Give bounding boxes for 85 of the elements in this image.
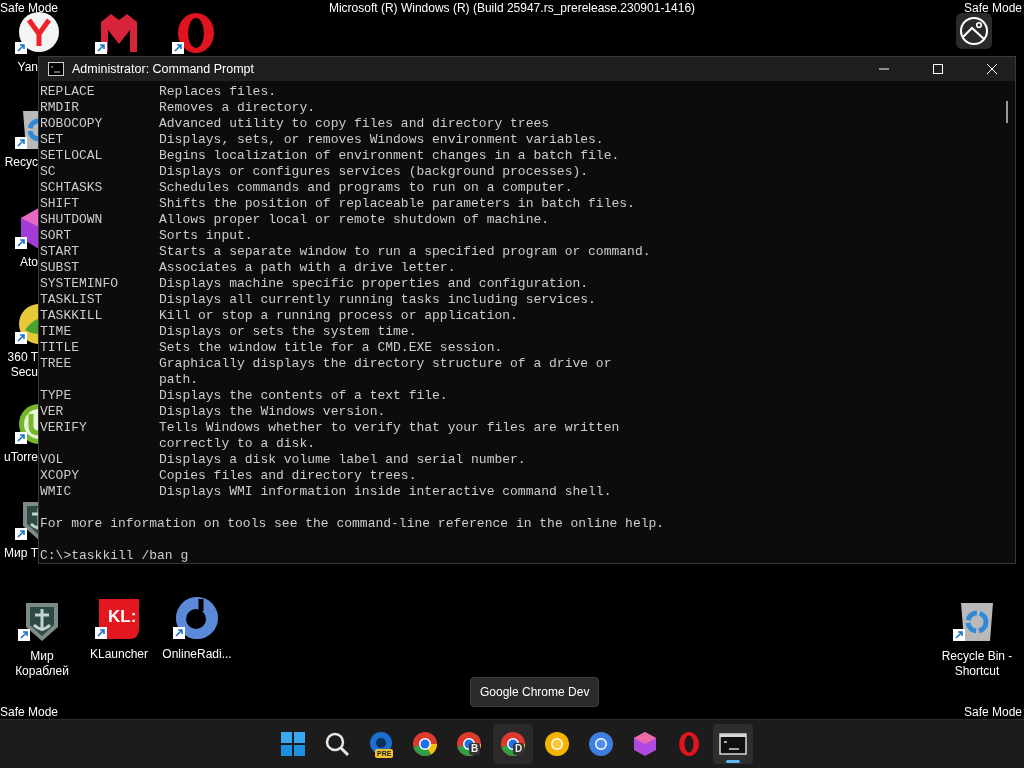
tooltip: Google Chrome Dev: [470, 677, 600, 707]
command-name: TASKKILL: [40, 308, 104, 324]
console-text: C:\>taskkill /ban g: [40, 548, 189, 564]
command-description: Displays, sets, or removes Windows environment variables.: [159, 132, 604, 148]
icon-label: Recycle Bin -: [941, 649, 1013, 664]
safe-mode-label: Safe Mode: [963, 1, 1022, 15]
icon-label: Recyc: [4, 155, 38, 170]
command-name: TASKLIST: [40, 292, 104, 308]
icon-label: Кораблей: [15, 664, 69, 679]
command-name: START: [40, 244, 80, 260]
command-description: Sorts input.: [159, 228, 253, 244]
command-name: SETLOCAL: [40, 148, 104, 164]
command-name: SCHTASKS: [40, 180, 104, 196]
command-name: SHIFT: [40, 196, 80, 212]
command-description: Kill or stop a running process or application.: [159, 308, 518, 324]
window-title: Administrator: Command Prompt: [72, 62, 255, 76]
scrollbar-thumb[interactable]: [1006, 101, 1008, 123]
icon-label: OnlineRadi...: [162, 647, 232, 662]
command-description: Displays the contents of a text file.: [159, 388, 448, 404]
icon-label: KLauncher: [89, 647, 148, 662]
taskbar-chrome-button[interactable]: B: [449, 724, 489, 764]
start-icon: [279, 730, 307, 758]
command-description: Removes a directory.: [159, 100, 316, 116]
icon-label: Secu: [10, 365, 38, 380]
command-description: path.: [159, 372, 198, 388]
taskbar-terminal-button[interactable]: [713, 724, 753, 764]
safe-mode-label: Safe Mode: [0, 705, 59, 719]
build-info-text: Microsoft (R) Windows (R) (Build 25947.rs_prerelease.230901-1416): [328, 1, 696, 15]
command-name: ROBOCOPY: [40, 116, 104, 132]
command-name: WMIC: [40, 484, 73, 500]
command-description: Displays machine specific properties and configuration.: [159, 276, 589, 292]
icon-label: Shortcut: [954, 664, 1000, 679]
command-description: Schedules commands and programs to run on a computer.: [159, 180, 573, 196]
command-description: correctly to a disk.: [159, 436, 316, 452]
chrome-icon: [411, 730, 439, 758]
search-icon: [323, 730, 351, 758]
command-description: Displays or configures services (background processes).: [159, 164, 589, 180]
command-description: Displays the Windows version.: [159, 404, 386, 420]
icon-label: uTorre: [4, 450, 38, 465]
command-name: TIME: [40, 324, 73, 340]
taskbar-chrome-button[interactable]: D: [493, 724, 533, 764]
command-description: Graphically displays the directory structure of a drive or: [159, 356, 612, 372]
close-icon: [986, 63, 998, 75]
maximize-icon: [932, 63, 944, 75]
command-name: VOL: [40, 452, 65, 468]
command-name: SYSTEMINFO: [40, 276, 119, 292]
command-description: Advanced utility to copy files and directory trees: [159, 116, 550, 132]
command-description: Displays or sets the system time.: [159, 324, 417, 340]
command-description: Begins localization of environment changes in a batch file.: [159, 148, 620, 164]
terminal-icon: [48, 62, 64, 76]
icon-label: Мир: [30, 649, 54, 664]
console-text: For more information on tools see the command-line reference in the online help.: [40, 516, 665, 532]
icon-label: Ato: [20, 255, 38, 270]
command-name: REPLACE: [40, 84, 96, 100]
command-description: Tells Windows whether to verify that your files are written: [159, 420, 620, 436]
command-name: TYPE: [40, 388, 73, 404]
command-name: SUBST: [40, 260, 80, 276]
icon-label: 360 T: [7, 350, 38, 365]
command-description: Copies files and directory trees.: [159, 468, 417, 484]
command-description: Replaces files.: [159, 84, 277, 100]
command-description: Displays a disk volume label and serial number.: [159, 452, 526, 468]
command-name: RMDIR: [40, 100, 80, 116]
command-name: TREE: [40, 356, 73, 372]
gem-icon: [631, 730, 659, 758]
command-name: XCOPY: [40, 468, 80, 484]
command-description: Sets the window title for a CMD.EXE session.: [159, 340, 503, 356]
command-name: SC: [40, 164, 57, 180]
terminal-icon: [719, 730, 747, 758]
command-description: Associates a path with a drive letter.: [159, 260, 456, 276]
command-name: SORT: [40, 228, 73, 244]
icon-label: Мир Т: [3, 546, 38, 561]
command-name: TITLE: [40, 340, 80, 356]
safe-mode-label: Safe Mode: [0, 1, 59, 15]
command-description: Allows proper local or remote shutdown of machine.: [159, 212, 550, 228]
command-name: SET: [40, 132, 65, 148]
picture-icon[interactable]: [956, 13, 992, 49]
command-description: Displays WMI information inside interactive command shell.: [159, 484, 612, 500]
command-description: Displays all currently running tasks including services.: [159, 292, 596, 308]
safe-mode-label: Safe Mode: [963, 705, 1022, 719]
command-description: Shifts the position of replaceable parameters in batch files.: [159, 196, 635, 212]
command-name: VER: [40, 404, 65, 420]
command-name: SHUTDOWN: [40, 212, 104, 228]
command-description: Starts a separate window to run a specified program or command.: [159, 244, 651, 260]
command-name: VERIFY: [40, 420, 88, 436]
icon-label: Yan: [17, 60, 38, 75]
